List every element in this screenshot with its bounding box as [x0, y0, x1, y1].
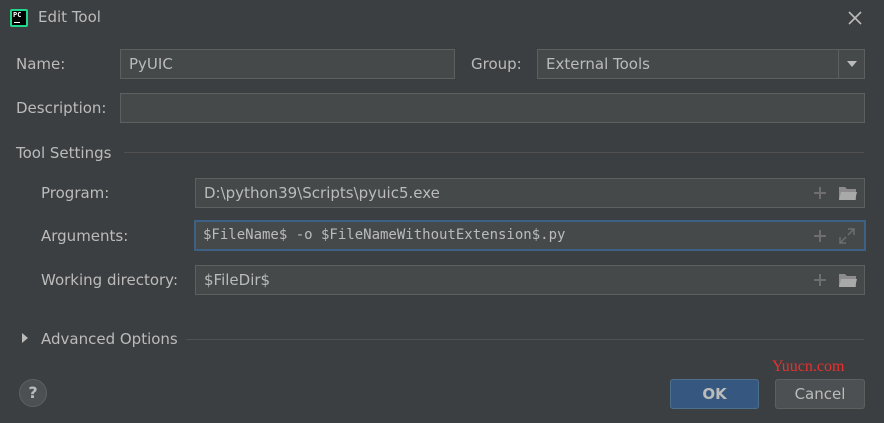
watermark-text: Yuucn.com: [772, 358, 845, 375]
group-dropdown-button[interactable]: [838, 50, 864, 78]
working-directory-label: Working directory:: [41, 271, 179, 289]
app-icon-text: PC: [13, 11, 22, 19]
description-field[interactable]: [120, 93, 865, 123]
plus-icon[interactable]: [812, 185, 828, 201]
group-label: Group:: [471, 55, 522, 73]
program-label: Program:: [41, 184, 110, 202]
title-bar: PC Edit Tool: [0, 0, 884, 37]
help-button[interactable]: ?: [19, 379, 47, 407]
chevron-down-icon: [847, 61, 857, 67]
expand-icon[interactable]: [839, 228, 855, 244]
name-label: Name:: [16, 55, 66, 73]
group-select-value: External Tools: [546, 55, 650, 73]
folder-icon[interactable]: [838, 271, 858, 289]
ok-button[interactable]: OK: [670, 379, 759, 409]
plus-icon[interactable]: [812, 228, 828, 244]
tool-settings-header: Tool Settings: [16, 144, 112, 162]
arguments-field[interactable]: $FileName$ -o $FileNameWithoutExtension$…: [194, 220, 866, 251]
program-field[interactable]: D:\python39\Scripts\pyuic5.exe: [195, 178, 865, 208]
description-label: Description:: [16, 99, 107, 117]
close-icon: [848, 11, 862, 25]
name-field[interactable]: PyUIC: [120, 49, 455, 79]
cancel-button[interactable]: Cancel: [775, 379, 865, 409]
triangle-right-icon: [22, 333, 28, 343]
advanced-separator: [186, 339, 864, 340]
tool-settings-separator: [124, 152, 864, 153]
group-select[interactable]: External Tools: [537, 49, 865, 79]
close-button[interactable]: [845, 8, 865, 28]
pycharm-app-icon: PC: [10, 9, 28, 27]
arguments-label: Arguments:: [41, 227, 129, 245]
working-directory-field[interactable]: $FileDir$: [195, 265, 865, 295]
plus-icon[interactable]: [812, 272, 828, 288]
advanced-options-label: Advanced Options: [41, 330, 178, 348]
advanced-options-toggle[interactable]: Advanced Options: [18, 329, 188, 349]
window-title: Edit Tool: [38, 8, 101, 26]
folder-icon[interactable]: [838, 184, 858, 202]
